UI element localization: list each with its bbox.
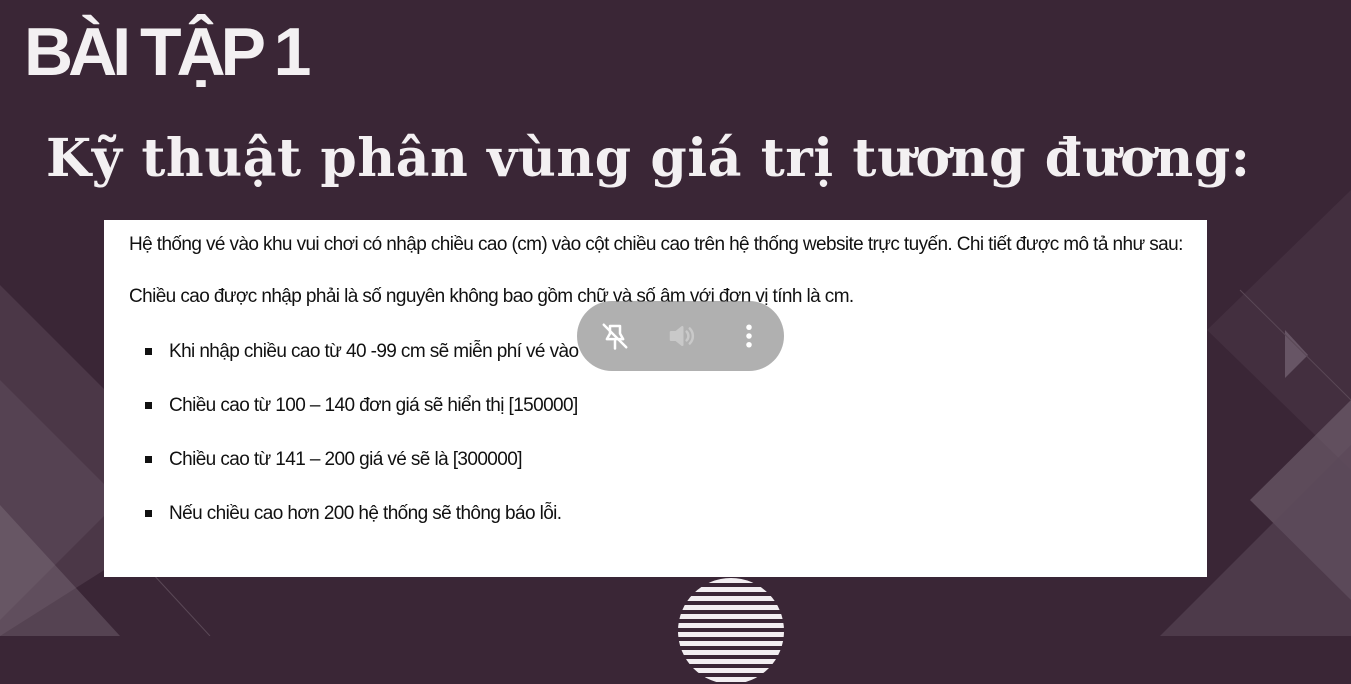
bullet-item: Chiều cao từ 100 – 140 đơn giá sẽ hiển t…: [145, 389, 1193, 422]
slide-subtitle: Kỹ thuật phân vùng giá trị tương đương:: [46, 128, 1251, 189]
square-bullet-icon: [145, 456, 152, 463]
bullet-text: Chiều cao từ 100 – 140 đơn giá sẽ hiển t…: [169, 394, 578, 416]
square-bullet-icon: [145, 348, 152, 355]
bullet-text: Chiều cao từ 141 – 200 giá vé sẽ là [300…: [169, 448, 522, 470]
square-bullet-icon: [145, 402, 152, 409]
bullet-text: Khi nhập chiều cao từ 40 -99 cm sẽ miễn …: [169, 340, 579, 362]
media-control-overlay: [577, 301, 784, 371]
slide-heading: BÀI TẬP 1: [24, 14, 311, 90]
pin-off-icon: [602, 323, 628, 350]
volume-button[interactable]: [651, 301, 711, 371]
striped-circle-decoration: [678, 578, 784, 684]
volume-icon: [669, 326, 695, 346]
bullet-item: Chiều cao từ 141 – 200 giá vé sẽ là [300…: [145, 443, 1193, 476]
unpin-button[interactable]: [585, 301, 645, 371]
intro-text: Hệ thống vé vào khu vui chơi có nhập chi…: [129, 234, 1183, 255]
exercise-content-box: Hệ thống vé vào khu vui chơi có nhập chi…: [104, 220, 1207, 577]
more-options-button[interactable]: [719, 301, 779, 371]
more-vertical-icon: [746, 324, 752, 348]
bullet-item: Nếu chiều cao hơn 200 hệ thống sẽ thông …: [145, 497, 1193, 530]
square-bullet-icon: [145, 510, 152, 517]
bullet-text: Nếu chiều cao hơn 200 hệ thống sẽ thông …: [169, 502, 562, 524]
